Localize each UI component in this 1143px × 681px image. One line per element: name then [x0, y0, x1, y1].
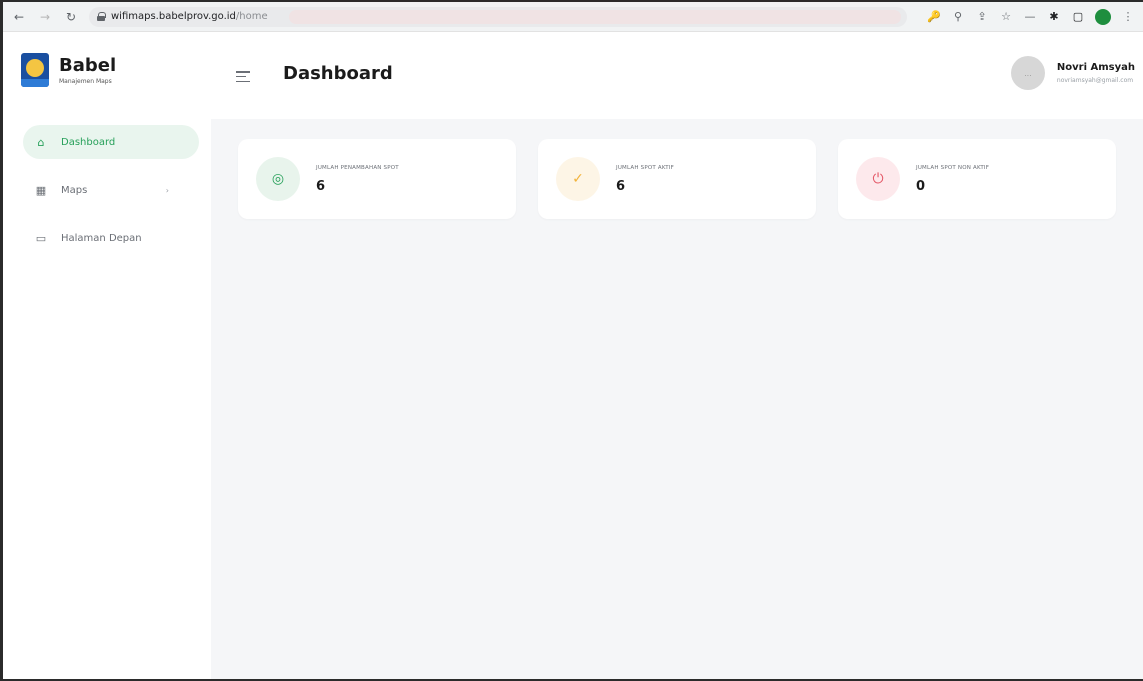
user-info: Novri Amsyah novriamsyah@gmail.com — [1057, 62, 1135, 84]
profile-icon[interactable] — [1095, 8, 1111, 25]
star-icon[interactable]: ☆ — [999, 10, 1013, 24]
back-icon[interactable]: ← — [11, 9, 27, 25]
lock-icon[interactable] — [97, 12, 106, 21]
stat-card-spot-non-aktif: ⏻ JUMLAH SPOT NON AKTIF 0 — [838, 139, 1116, 219]
stat-card-spot-aktif: ✓ JUMLAH SPOT AKTIF 6 — [538, 139, 816, 219]
home-icon: ⌂ — [37, 135, 45, 149]
grid-icon: ▦ — [35, 183, 47, 197]
stat-card-penambahan-spot: ◎ JUMLAH PENAMBAHAN SPOT 6 — [238, 139, 516, 219]
browser-toolbar: ← → ↻ wifimaps.babelprov.go.id/home 🔑 ⚲ … — [3, 2, 1143, 32]
stat-card-label: JUMLAH SPOT AKTIF — [616, 165, 674, 171]
sidebar-item-halaman-depan[interactable]: ▭ Halaman Depan — [23, 221, 199, 255]
sidebar-item-maps[interactable]: ▦ Maps › — [23, 173, 199, 207]
monitor-icon: ▭ — [35, 231, 47, 245]
key-icon[interactable]: 🔑 — [927, 10, 941, 24]
address-bar-highlight — [289, 9, 901, 24]
url-text: wifimaps.babelprov.go.id/home — [111, 11, 268, 22]
zoom-icon[interactable]: ⚲ — [951, 10, 965, 24]
hamburger-menu-icon[interactable] — [236, 71, 250, 82]
address-bar[interactable]: wifimaps.babelprov.go.id/home — [89, 6, 907, 27]
sidepanel-icon[interactable]: ▢ — [1071, 10, 1085, 24]
power-icon: ⏻ — [856, 157, 900, 201]
stat-cards: ◎ JUMLAH PENAMBAHAN SPOT 6 ✓ JUMLAH SPOT… — [238, 139, 1116, 219]
puzzle-icon[interactable]: ✱ — [1047, 10, 1061, 24]
brand-name: Babel — [59, 54, 117, 76]
brand[interactable]: Babel Manajemen Maps — [21, 53, 116, 87]
toolbar-icons: 🔑 ⚲ ⇪ ☆ — ✱ ▢ ⋮ — [927, 8, 1135, 25]
stat-card-value: 0 — [916, 179, 926, 194]
forward-icon[interactable]: → — [37, 9, 53, 25]
avatar[interactable]: ... — [1010, 56, 1045, 90]
brand-logo-icon — [21, 53, 49, 87]
sidebar-item-label: Halaman Depan — [61, 232, 142, 244]
sidebar-item-label: Maps — [61, 184, 88, 196]
stat-card-value: 6 — [316, 179, 326, 194]
top-bar: Dashboard ... Novri Amsyah novriamsyah@g… — [211, 33, 1143, 119]
chevron-right-icon: › — [165, 185, 169, 195]
extension-dash-icon[interactable]: — — [1023, 10, 1037, 24]
main-content: ◎ JUMLAH PENAMBAHAN SPOT 6 ✓ JUMLAH SPOT… — [211, 119, 1143, 679]
stat-card-label: JUMLAH SPOT NON AKTIF — [916, 165, 990, 171]
stat-card-label: JUMLAH PENAMBAHAN SPOT — [316, 165, 399, 171]
user-name: Novri Amsyah — [1056, 62, 1135, 73]
menu-kebab-icon[interactable]: ⋮ — [1121, 10, 1135, 24]
sidebar-item-label: Dashboard — [61, 136, 116, 148]
user-email: novriamsyah@gmail.com — [1056, 77, 1134, 84]
sidebar-item-dashboard[interactable]: ⌂ Dashboard — [23, 125, 199, 159]
location-pin-icon: ◎ — [256, 157, 300, 201]
sidebar: Babel Manajemen Maps ⌂ Dashboard ▦ Maps … — [3, 33, 211, 679]
reload-icon[interactable]: ↻ — [63, 9, 79, 25]
brand-subtitle: Manajemen Maps — [59, 77, 112, 85]
page-title: Dashboard — [283, 63, 393, 84]
stat-card-value: 6 — [616, 179, 626, 194]
brand-text: Babel Manajemen Maps — [59, 54, 117, 85]
sidebar-menu: ⌂ Dashboard ▦ Maps › ▭ Halaman Depan — [23, 125, 199, 269]
share-icon[interactable]: ⇪ — [975, 10, 989, 24]
user-menu[interactable]: ... Novri Amsyah novriamsyah@gmail.com — [1010, 56, 1135, 90]
check-circle-icon: ✓ — [556, 157, 600, 201]
app-window: Babel Manajemen Maps ⌂ Dashboard ▦ Maps … — [3, 33, 1143, 679]
